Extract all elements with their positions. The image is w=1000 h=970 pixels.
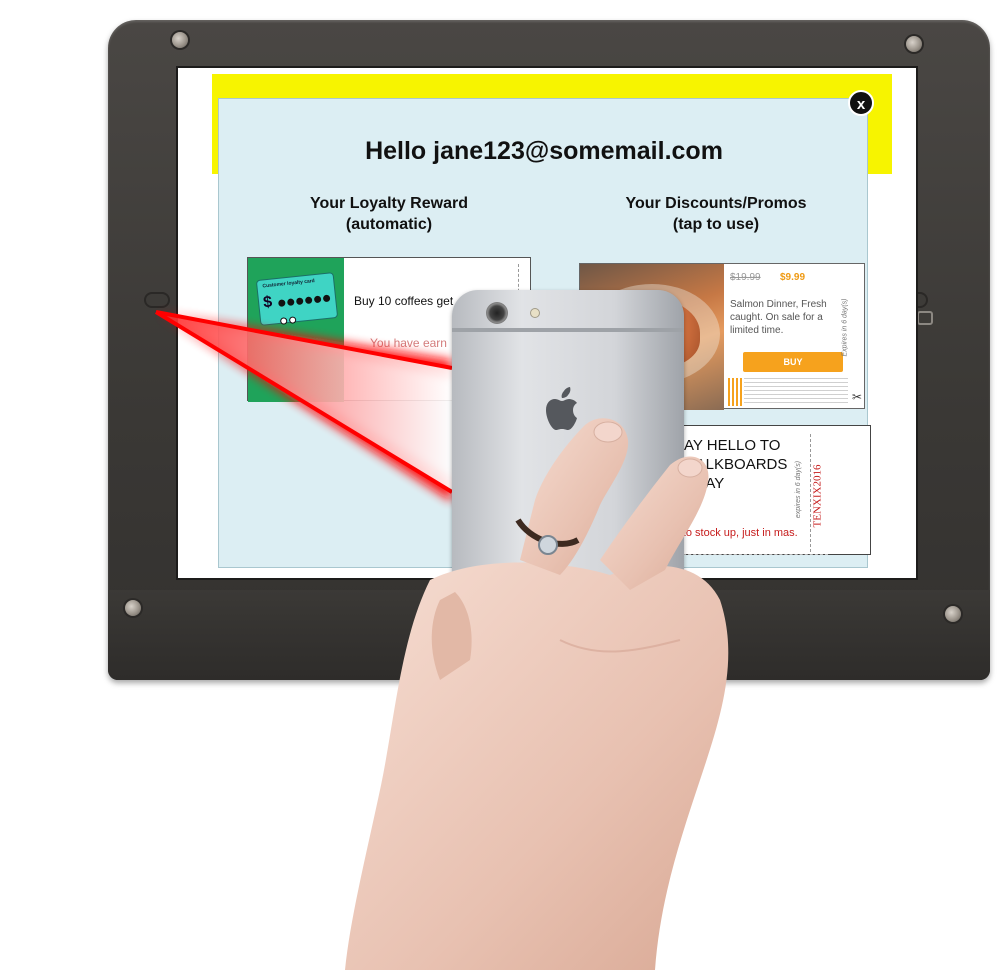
loyalty-card-image: Customer loyalty card $: [248, 258, 344, 402]
cut-line: [678, 554, 828, 555]
phone-camera-icon: [486, 302, 508, 324]
stand-side-notch: [144, 292, 170, 308]
loyalty-title: Your Loyalty Reward (automatic): [310, 195, 468, 233]
card-graphic-title: Customer loyalty card: [262, 278, 316, 290]
screw-icon: [125, 600, 141, 616]
buy-button[interactable]: BUY: [743, 352, 843, 372]
stamp-empty: [279, 317, 288, 325]
perforation-line: [810, 434, 811, 552]
apple-logo-icon: [546, 387, 577, 430]
screw-icon: [906, 36, 922, 52]
new-price: $9.99: [780, 272, 806, 283]
stamp-dots: [276, 289, 335, 331]
scissors-icon: ✂: [852, 390, 863, 404]
stamp-filled: [286, 298, 295, 307]
fine-print: [744, 378, 848, 404]
barcode-stripes: [728, 378, 742, 406]
promo2-body: nce to stock up, just in mas.: [662, 527, 798, 539]
old-price: $19.99: [730, 272, 761, 283]
loyalty-card-graphic: Customer loyalty card $: [255, 272, 339, 326]
antenna-band: [452, 328, 684, 332]
stamp-filled: [304, 296, 313, 305]
promo-expiry: Expires in 6 day(s): [841, 298, 849, 357]
screw-icon: [945, 606, 961, 622]
greeting-title: Hello jane123@somemail.com: [365, 137, 723, 165]
stamp-filled: [313, 295, 322, 304]
home-button-icon[interactable]: [917, 311, 933, 325]
stamp-filled: [322, 294, 331, 303]
stamp-filled: [295, 297, 304, 306]
dollar-icon: $: [262, 293, 273, 312]
close-icon[interactable]: x: [848, 90, 874, 116]
loyalty-earned-text: You have earn: [370, 336, 447, 350]
smartphone: [452, 290, 684, 650]
promo2-expiry: expires in 6 day(s): [795, 460, 803, 519]
promo-code: TENXIX2016: [811, 464, 824, 528]
screw-icon: [172, 32, 188, 48]
promos-title: Your Discounts/Promos (tap to use): [625, 195, 807, 233]
stamp-empty: [288, 316, 297, 324]
promo-description: Salmon Dinner, Fresh caught. On sale for…: [730, 299, 827, 336]
stamp-filled: [277, 299, 286, 307]
loyalty-offer-text: Buy 10 coffees get: [354, 294, 454, 308]
phone-flash-icon: [530, 308, 540, 318]
